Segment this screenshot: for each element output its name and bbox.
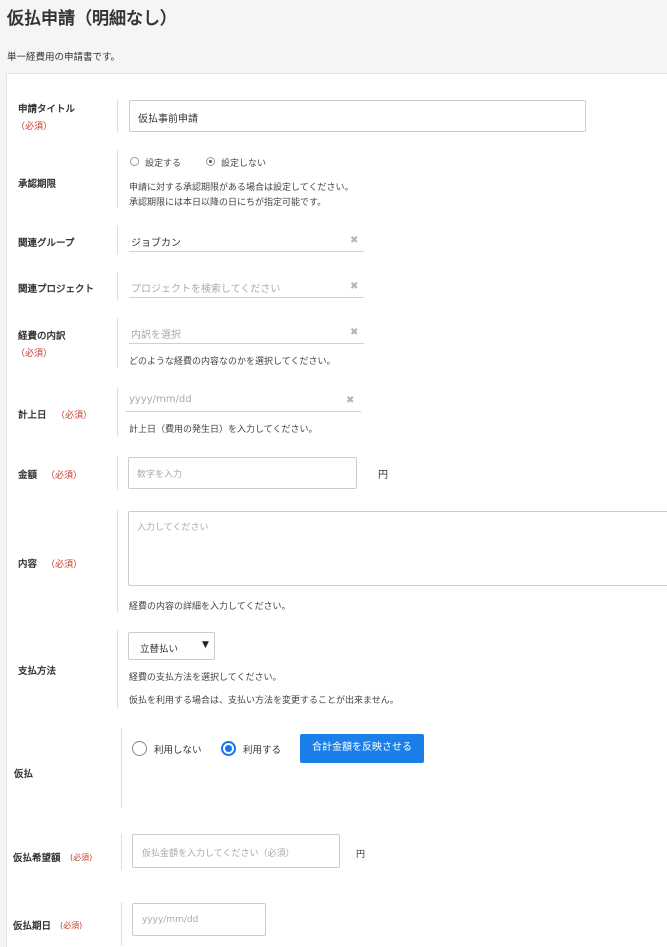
payment-method-help-1: 経費の支払方法を選択してください。 xyxy=(129,673,282,683)
approval-deadline-label: 承認期限 xyxy=(18,179,57,190)
radio-advance-on-label: 利用する xyxy=(243,745,282,756)
content-label: 内容 xyxy=(18,559,38,570)
radio-set-deadline[interactable] xyxy=(130,157,139,166)
divider xyxy=(117,510,118,612)
divider xyxy=(117,226,118,254)
application-title-input[interactable]: 仮払事前申請 xyxy=(129,100,586,132)
payment-method-value: 立替払い xyxy=(140,644,179,655)
radio-set-deadline-label: 設定する xyxy=(145,159,182,169)
divider xyxy=(117,456,118,490)
required-mark: (必須) xyxy=(70,853,93,862)
required-mark: （必須） xyxy=(56,411,93,421)
related-group-underline xyxy=(129,251,364,252)
radio-no-deadline-label: 設定しない xyxy=(221,159,267,169)
related-group-label: 関連グループ xyxy=(18,238,75,249)
expense-breakdown-select[interactable]: 内訳を選択 xyxy=(131,326,181,341)
application-title-value: 仮払事前申請 xyxy=(138,114,198,125)
radio-advance-off[interactable] xyxy=(132,741,147,756)
required-mark: （必須） xyxy=(46,471,83,481)
application-title-label: 申請タイトル xyxy=(18,104,76,115)
required-mark: （必須） xyxy=(16,349,53,359)
form-card xyxy=(6,73,667,947)
content-placeholder: 入力してください xyxy=(137,523,209,533)
payment-method-label: 支払方法 xyxy=(18,666,57,677)
approval-deadline-help-2: 承認期限には本日以降の日にちが指定可能です。 xyxy=(129,198,327,208)
radio-no-deadline[interactable] xyxy=(206,157,215,166)
payment-method-select[interactable]: 立替払い ▼ xyxy=(128,632,215,660)
related-project-input[interactable]: プロジェクトを検索してください xyxy=(131,280,280,295)
expense-breakdown-help: どのような経費の内容なのかを選択してください。 xyxy=(129,357,336,367)
advance-amount-input[interactable]: 仮払金額を入力してください（必須） xyxy=(132,834,340,868)
posting-date-help: 計上日（費用の発生日）を入力してください。 xyxy=(129,425,318,435)
clear-project-icon[interactable]: ✖ xyxy=(350,281,358,292)
divider xyxy=(117,388,118,436)
divider xyxy=(117,272,118,300)
divider xyxy=(117,150,118,208)
advance-date-placeholder: yyyy/mm/dd xyxy=(142,915,199,925)
related-project-label: 関連プロジェクト xyxy=(18,284,95,295)
advance-amount-unit: 円 xyxy=(356,850,366,860)
related-project-underline xyxy=(129,297,364,298)
content-textarea[interactable]: 入力してください xyxy=(128,511,667,586)
payment-method-help-2: 仮払を利用する場合は、支払い方法を変更することが出来ません。 xyxy=(129,696,399,706)
required-mark: （必須） xyxy=(46,560,83,570)
divider xyxy=(117,318,118,368)
approval-deadline-help-1: 申請に対する承認期限がある場合は設定してください。 xyxy=(129,183,354,193)
required-mark: (必須) xyxy=(60,921,83,930)
page-title: 仮払申請（明細なし） xyxy=(7,9,177,29)
divider xyxy=(117,100,118,132)
advance-date-input[interactable]: yyyy/mm/dd xyxy=(132,903,266,936)
clear-group-icon[interactable]: ✖ xyxy=(350,235,358,246)
radio-advance-on[interactable] xyxy=(221,741,236,756)
page-description: 単一経費用の申請書です。 xyxy=(7,52,121,63)
advance-amount-placeholder: 仮払金額を入力してください（必須） xyxy=(142,849,295,859)
amount-label: 金額 xyxy=(18,470,38,481)
required-mark: （必須） xyxy=(16,122,53,132)
amount-input[interactable]: 数字を入力 xyxy=(128,457,357,489)
amount-placeholder: 数字を入力 xyxy=(137,470,183,480)
amount-unit: 円 xyxy=(378,470,388,481)
divider xyxy=(121,834,122,870)
posting-date-label: 計上日 xyxy=(18,410,47,421)
related-group-value[interactable]: ジョブカン xyxy=(131,234,181,249)
expense-breakdown-label: 経費の内訳 xyxy=(18,331,66,342)
radio-advance-off-label: 利用しない xyxy=(154,745,202,756)
expense-breakdown-underline xyxy=(129,343,364,344)
dropdown-arrow-icon: ▼ xyxy=(202,640,209,650)
advance-amount-label: 仮払希望額 xyxy=(13,853,61,864)
divider xyxy=(117,630,118,708)
divider xyxy=(121,902,122,946)
posting-date-underline xyxy=(126,411,361,412)
posting-date-input[interactable]: yyyy/mm/dd xyxy=(129,394,192,405)
clear-breakdown-icon[interactable]: ✖ xyxy=(350,327,358,338)
reflect-total-button[interactable]: 合計金額を反映させる xyxy=(300,734,424,763)
clear-date-icon[interactable]: ✖ xyxy=(346,395,354,406)
divider xyxy=(121,728,122,808)
content-help: 経費の内容の詳細を入力してください。 xyxy=(129,602,291,612)
advance-date-label: 仮払期日 xyxy=(13,921,52,932)
advance-label: 仮払 xyxy=(14,769,34,780)
